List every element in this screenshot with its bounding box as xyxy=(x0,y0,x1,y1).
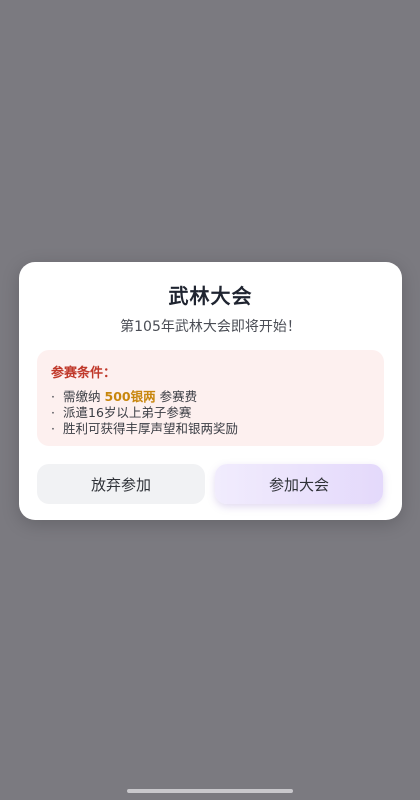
tournament-dialog: 武林大会 第105年武林大会即将开始！ 参赛条件： · 需缴纳 500银两 参赛… xyxy=(19,262,402,520)
decline-button[interactable]: 放弃参加 xyxy=(37,464,205,504)
condition-age-text: 派遣16岁以上弟子参赛 xyxy=(63,405,192,420)
join-tournament-button[interactable]: 参加大会 xyxy=(215,464,383,504)
condition-fee-prefix: 需缴纳 xyxy=(63,389,101,404)
condition-reward-text: 胜利可获得丰厚声望和银两奖励 xyxy=(63,421,239,436)
condition-item-age: · 派遣16岁以上弟子参赛 xyxy=(51,405,370,421)
home-indicator[interactable] xyxy=(127,789,293,793)
condition-fee-suffix: 参赛费 xyxy=(159,389,198,404)
dialog-subtitle: 第105年武林大会即将开始！ xyxy=(120,319,301,335)
condition-fee-amount: 500银两 xyxy=(104,389,156,404)
dialog-title: 武林大会 xyxy=(168,284,253,308)
bullet-icon: · xyxy=(51,389,55,404)
bullet-icon: · xyxy=(51,421,55,436)
conditions-heading: 参赛条件： xyxy=(51,366,117,381)
screen-overlay: 武林大会 第105年武林大会即将开始！ 参赛条件： · 需缴纳 500银两 参赛… xyxy=(0,0,420,800)
condition-item-reward: · 胜利可获得丰厚声望和银两奖励 xyxy=(51,421,370,437)
conditions-panel: 参赛条件： · 需缴纳 500银两 参赛费 · 派遣16岁以上弟子参赛 · 胜利… xyxy=(37,350,384,446)
condition-item-fee: · 需缴纳 500银两 参赛费 xyxy=(51,389,370,405)
bullet-icon: · xyxy=(51,405,55,420)
